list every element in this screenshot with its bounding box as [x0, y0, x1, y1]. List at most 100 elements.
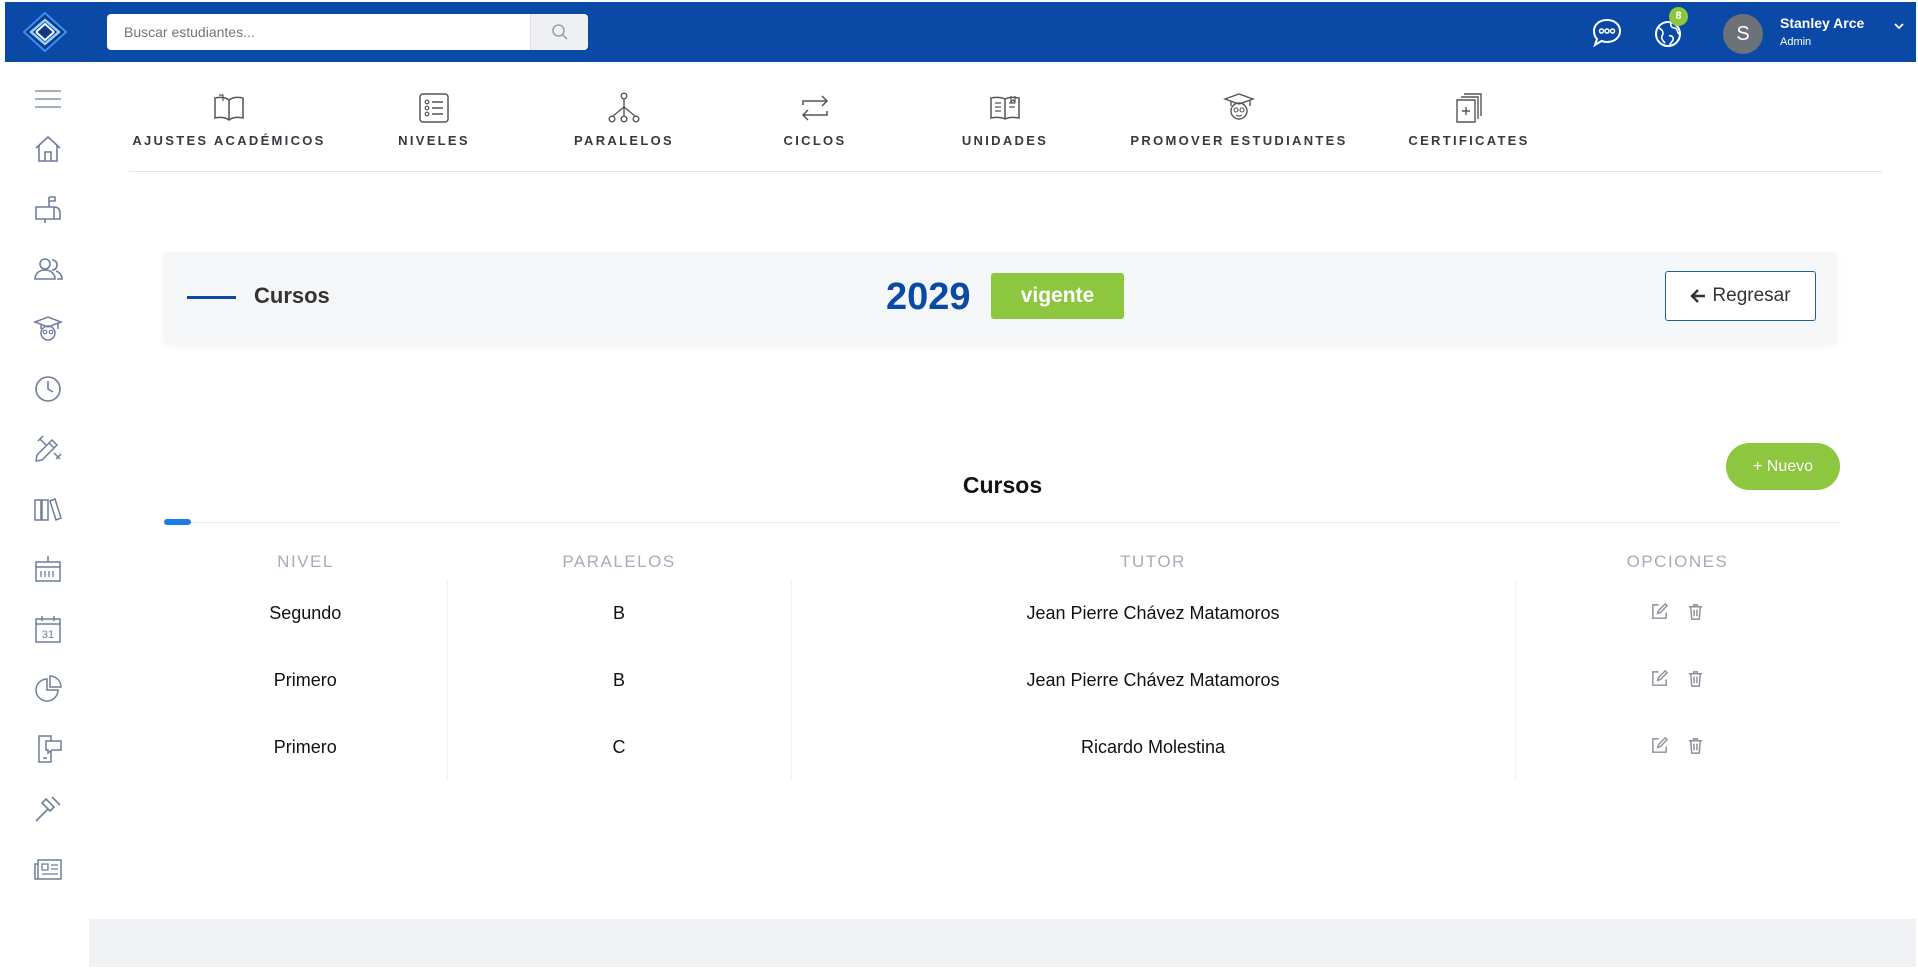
sidebar-item-discipline[interactable] [31, 792, 65, 826]
clock-icon [35, 376, 61, 402]
trash-icon[interactable] [1686, 669, 1705, 688]
sidebar-item-reports[interactable] [31, 672, 65, 706]
sidebar-item-home[interactable] [31, 132, 65, 166]
tab-promover-estudiantes[interactable]: PROMOVER ESTUDIANTES [1119, 91, 1359, 148]
tab-label: UNIDADES [961, 133, 1049, 148]
chat-icon[interactable] [1590, 16, 1624, 50]
page-title: Cursos [254, 283, 330, 308]
mailbox-icon [35, 196, 61, 223]
main-content: AJUSTES ACADÉMICOS NIVELES PARALELOS CIC… [89, 62, 1916, 967]
book-units-icon [990, 96, 1020, 120]
footer-strip [89, 919, 1916, 967]
avatar[interactable]: S [1723, 14, 1763, 54]
books-icon [34, 498, 62, 521]
tab-paralelos[interactable]: PARALELOS [549, 91, 699, 148]
cell-tutor: Jean Pierre Chávez Matamoros [791, 580, 1516, 647]
user-role: Admin [1780, 36, 1812, 48]
sidebar-item-messages[interactable] [31, 732, 65, 766]
tab-label: PROMOVER ESTUDIANTES [1130, 133, 1348, 148]
search-input[interactable] [107, 14, 531, 50]
settings-tabs: AJUSTES ACADÉMICOS NIVELES PARALELOS CIC… [129, 62, 1882, 172]
logo[interactable] [23, 12, 67, 52]
cell-options [1515, 647, 1840, 714]
mobile-chat-icon [38, 735, 62, 763]
tab-label: NIVELES [398, 133, 470, 148]
sidebar: 31 [5, 62, 89, 967]
table-row: Segundo B Jean Pierre Chávez Matamoros [164, 580, 1840, 647]
sidebar-item-tools[interactable] [31, 432, 65, 466]
sidebar-item-library[interactable] [31, 492, 65, 526]
top-bar: 8 S Stanley Arce Admin [5, 2, 1916, 62]
trash-icon[interactable] [1686, 736, 1705, 755]
cell-nivel: Segundo [164, 580, 448, 647]
cell-options [1515, 580, 1840, 647]
tab-ciclos[interactable]: CICLOS [740, 91, 890, 148]
edit-icon[interactable] [1650, 669, 1669, 688]
section-accent [164, 519, 191, 525]
cell-paralelo: C [447, 714, 792, 781]
tab-niveles[interactable]: NIVELES [359, 91, 509, 148]
sidebar-item-schedule[interactable] [31, 372, 65, 406]
book-open-icon [214, 94, 244, 121]
tab-unidades[interactable]: UNIDADES [930, 91, 1080, 148]
column-header-nivel: NIVEL [277, 552, 334, 571]
gavel-icon [35, 796, 61, 822]
edit-icon[interactable] [1650, 602, 1669, 621]
search-icon [551, 24, 568, 40]
tab-label: CICLOS [783, 133, 847, 148]
column-header-opciones: OPCIONES [1626, 552, 1729, 571]
row-options [1650, 669, 1705, 688]
sidebar-item-users[interactable] [31, 252, 65, 286]
users-icon [34, 258, 63, 280]
sidebar-item-register[interactable] [31, 552, 65, 586]
trash-icon[interactable] [1686, 602, 1705, 621]
column-header-tutor: TUTOR [1120, 552, 1186, 571]
list-icon [419, 93, 449, 123]
notifications-badge: 8 [1669, 7, 1688, 26]
graduate-icon [32, 316, 64, 341]
sidebar-item-students[interactable] [31, 312, 65, 346]
graduate-cap-icon [1222, 93, 1256, 120]
tab-ajustes-academicos[interactable]: AJUSTES ACADÉMICOS [129, 91, 329, 148]
section-divider [164, 522, 1840, 523]
certificates-icon [1456, 93, 1482, 123]
user-name[interactable]: Stanley Arce [1780, 15, 1864, 31]
tab-certificates[interactable]: CERTIFICATES [1389, 91, 1549, 148]
app-window: 8 S Stanley Arce Admin [5, 2, 1916, 967]
cycle-icon [801, 95, 829, 121]
course-header-card: Cursos 2029 vigente Regresar [164, 252, 1837, 344]
search-box [107, 14, 588, 50]
back-button[interactable]: Regresar [1665, 271, 1816, 321]
newspaper-icon [34, 859, 62, 880]
row-options [1650, 736, 1705, 755]
cell-options [1515, 714, 1840, 781]
cell-paralelo: B [447, 580, 792, 647]
calendar-icon: 31 [35, 616, 61, 643]
pencil-ruler-icon [35, 435, 62, 462]
header-accent-line [187, 296, 236, 299]
hierarchy-icon [608, 92, 640, 123]
sidebar-item-mailbox[interactable] [31, 192, 65, 226]
register-icon [35, 556, 61, 582]
section-title: Cursos [962, 472, 1043, 498]
cell-nivel: Primero [164, 714, 448, 781]
cell-nivel: Primero [164, 647, 448, 714]
home-icon [35, 135, 61, 162]
edit-icon[interactable] [1650, 736, 1669, 755]
row-options [1650, 602, 1705, 621]
tab-label: CERTIFICATES [1408, 133, 1530, 148]
table-row: Primero C Ricardo Molestina [164, 714, 1840, 781]
back-button-label: Regresar [1712, 285, 1791, 306]
cell-tutor: Jean Pierre Chávez Matamoros [791, 647, 1516, 714]
menu-icon [35, 90, 61, 108]
search-button[interactable] [530, 14, 588, 50]
sidebar-menu-toggle[interactable] [31, 82, 65, 116]
pie-chart-icon [35, 675, 62, 702]
sidebar-item-calendar[interactable]: 31 [31, 612, 65, 646]
table-row: Primero B Jean Pierre Chávez Matamoros [164, 647, 1840, 714]
chevron-down-icon[interactable] [1893, 20, 1905, 32]
sidebar-item-news[interactable] [31, 852, 65, 886]
column-header-paralelos: PARALELOS [562, 552, 676, 571]
arrow-left-icon [1690, 289, 1706, 303]
svg-text:31: 31 [42, 629, 54, 641]
